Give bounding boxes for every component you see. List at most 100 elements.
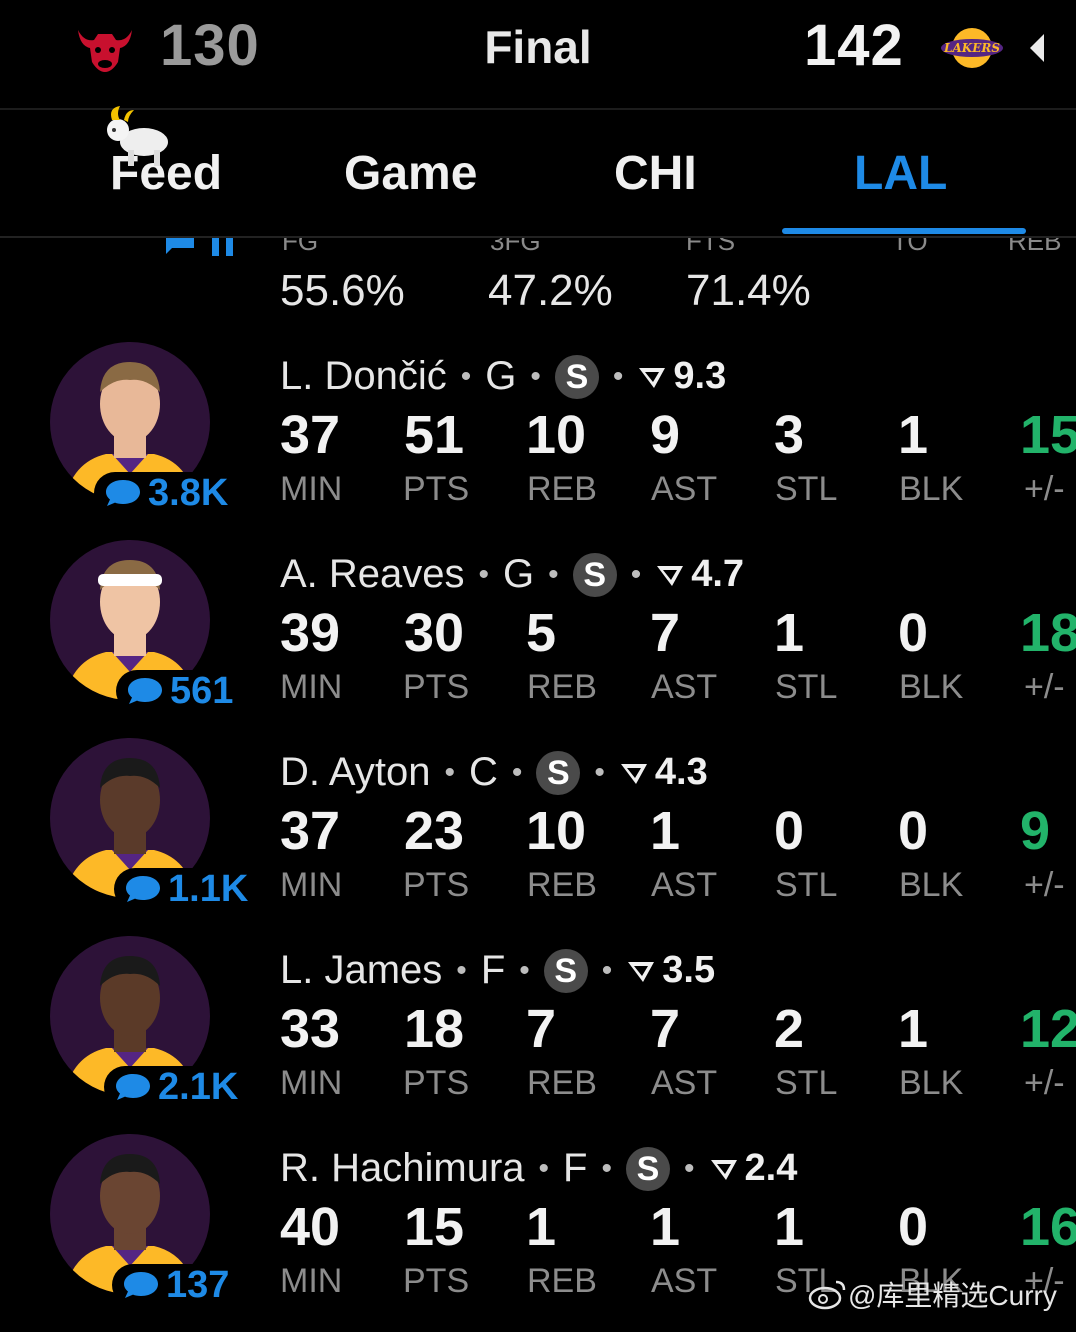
- separator-dot: •: [460, 359, 472, 393]
- starter-badge: S: [543, 948, 588, 993]
- separator-dot: •: [630, 557, 642, 591]
- player-row[interactable]: 2.1K L. James • F • S • 3.5 33 MIN 18 PTS 7 R…: [0, 936, 1076, 1134]
- stat-label: STL: [775, 668, 838, 706]
- stat-label: PTS: [403, 1262, 470, 1300]
- player-rating: 9.3: [673, 355, 727, 397]
- stat-value-plus-minus: 9: [1020, 801, 1051, 861]
- scoreboard: 130 Final 142 LAKERS: [0, 0, 1076, 110]
- stat-value-min: 40: [280, 1197, 341, 1257]
- stat-label: REB: [527, 866, 597, 904]
- stat-value-pts: 15: [404, 1197, 465, 1257]
- stat-value-plus-minus: 18: [1020, 603, 1076, 663]
- starter-badge: S: [572, 552, 617, 597]
- player-position: F: [480, 948, 506, 992]
- comments-badge[interactable]: 3.8K: [94, 471, 237, 514]
- player-row[interactable]: 561 A. Reaves • G • S • 4.7 39 MIN 30 PTS 5 R…: [0, 540, 1076, 738]
- stat-label: STL: [775, 1064, 838, 1102]
- player-name[interactable]: L. James: [280, 948, 442, 993]
- weibo-icon: [808, 1280, 846, 1310]
- team-stat-header: FG: [282, 238, 318, 252]
- comment-bubble-icon: [126, 876, 160, 902]
- stat-value-reb: 7: [526, 999, 557, 1059]
- player-rating: 3.5: [662, 949, 716, 991]
- tab-chi[interactable]: CHI: [614, 146, 697, 201]
- comment-bubble-icon: [106, 480, 140, 506]
- stat-label: MIN: [280, 470, 343, 508]
- lakers-logo-icon: LAKERS: [941, 28, 1003, 68]
- stat-label: +/-: [1024, 470, 1065, 508]
- rating-triangle-icon: [657, 565, 684, 586]
- stat-label: AST: [651, 470, 718, 508]
- goat-emoji-icon: [107, 106, 168, 166]
- starter-badge: S: [554, 354, 599, 399]
- comment-count: 561: [170, 669, 234, 712]
- player-name[interactable]: D. Ayton: [280, 750, 430, 795]
- rating-triangle-icon: [710, 1159, 737, 1180]
- comments-badge[interactable]: 561: [116, 669, 242, 712]
- player-name[interactable]: L. Dončić: [280, 354, 447, 399]
- player-rating: 2.4: [744, 1147, 798, 1189]
- player-name[interactable]: R. Hachimura: [280, 1146, 525, 1191]
- stat-label: BLK: [899, 668, 964, 706]
- stat-label: AST: [651, 866, 718, 904]
- stat-label: PTS: [403, 470, 470, 508]
- separator-dot: •: [594, 755, 605, 789]
- stat-value-ast: 1: [650, 1197, 681, 1257]
- stat-label: AST: [651, 668, 718, 706]
- player-row[interactable]: 3.8K L. Dončić • G • S • 9.3 37 MIN 51 PTS 1…: [0, 342, 1076, 540]
- stat-value-pts: 30: [404, 603, 465, 663]
- team-stat-header: 3FG: [490, 238, 541, 252]
- comment-count: 3.8K: [148, 471, 229, 514]
- stat-value-ast: 7: [650, 999, 681, 1059]
- stat-value-blk: 0: [898, 1197, 929, 1257]
- stat-label: PTS: [403, 1064, 470, 1102]
- player-name[interactable]: A. Reaves: [280, 552, 465, 597]
- comment-bubble-icon: [128, 678, 162, 704]
- stat-value-blk: 1: [898, 405, 929, 465]
- comment-bubble-icon: [116, 1074, 150, 1100]
- team-stat-header: REB: [1008, 238, 1061, 252]
- stat-label: +/-: [1024, 866, 1065, 904]
- tab-game[interactable]: Game: [344, 146, 477, 201]
- player-position: F: [563, 1146, 588, 1190]
- stat-label: REB: [527, 1262, 597, 1300]
- stat-value-reb: 10: [526, 405, 587, 465]
- stat-label: BLK: [899, 470, 964, 508]
- stat-label: REB: [527, 470, 597, 508]
- stat-value-min: 37: [280, 801, 341, 861]
- comments-badge[interactable]: 137: [112, 1263, 238, 1306]
- team-ft-pct: 71.4%: [686, 266, 811, 315]
- comment-bubble-icon: [124, 1272, 158, 1298]
- rating-triangle-icon: [639, 367, 666, 388]
- separator-dot: •: [456, 953, 467, 987]
- comments-badge[interactable]: 1.1K: [114, 868, 257, 910]
- stat-label: STL: [775, 470, 838, 508]
- stat-value-blk: 1: [898, 999, 929, 1059]
- stat-value-stl: 1: [774, 1197, 805, 1257]
- active-tab-indicator: [782, 228, 1026, 234]
- stat-label: MIN: [280, 1064, 343, 1102]
- separator-dot: •: [612, 359, 624, 393]
- stat-value-pts: 51: [404, 405, 465, 465]
- back-arrow-icon[interactable]: [1026, 32, 1048, 64]
- rating-triangle-icon: [620, 763, 647, 784]
- player-row[interactable]: 1.1K D. Ayton • C • S • 4.3 37 MIN 23 PTS 10…: [0, 738, 1076, 936]
- watermark-text: @库里精选Curry: [848, 1280, 1057, 1311]
- separator-dot: •: [538, 1151, 550, 1185]
- player-info-line: D. Ayton • C • S • 4.3: [280, 750, 708, 795]
- stat-value-ast: 9: [650, 405, 681, 465]
- separator-dot: •: [601, 1151, 612, 1185]
- tab-lal[interactable]: LAL: [854, 146, 947, 201]
- team-fg-pct: 55.6%: [280, 266, 405, 315]
- stat-value-plus-minus: 12: [1020, 999, 1076, 1059]
- team-3fg-pct: 47.2%: [488, 266, 613, 315]
- stat-value-reb: 5: [526, 603, 557, 663]
- stat-label: MIN: [280, 668, 343, 706]
- comments-badge[interactable]: 2.1K: [104, 1066, 247, 1108]
- stat-label: +/-: [1024, 1064, 1065, 1102]
- stat-value-stl: 0: [774, 801, 805, 861]
- comment-count: 137: [166, 1263, 230, 1306]
- separator-dot: •: [511, 755, 523, 789]
- separator-dot: •: [683, 1151, 695, 1185]
- stat-label: BLK: [899, 1064, 964, 1102]
